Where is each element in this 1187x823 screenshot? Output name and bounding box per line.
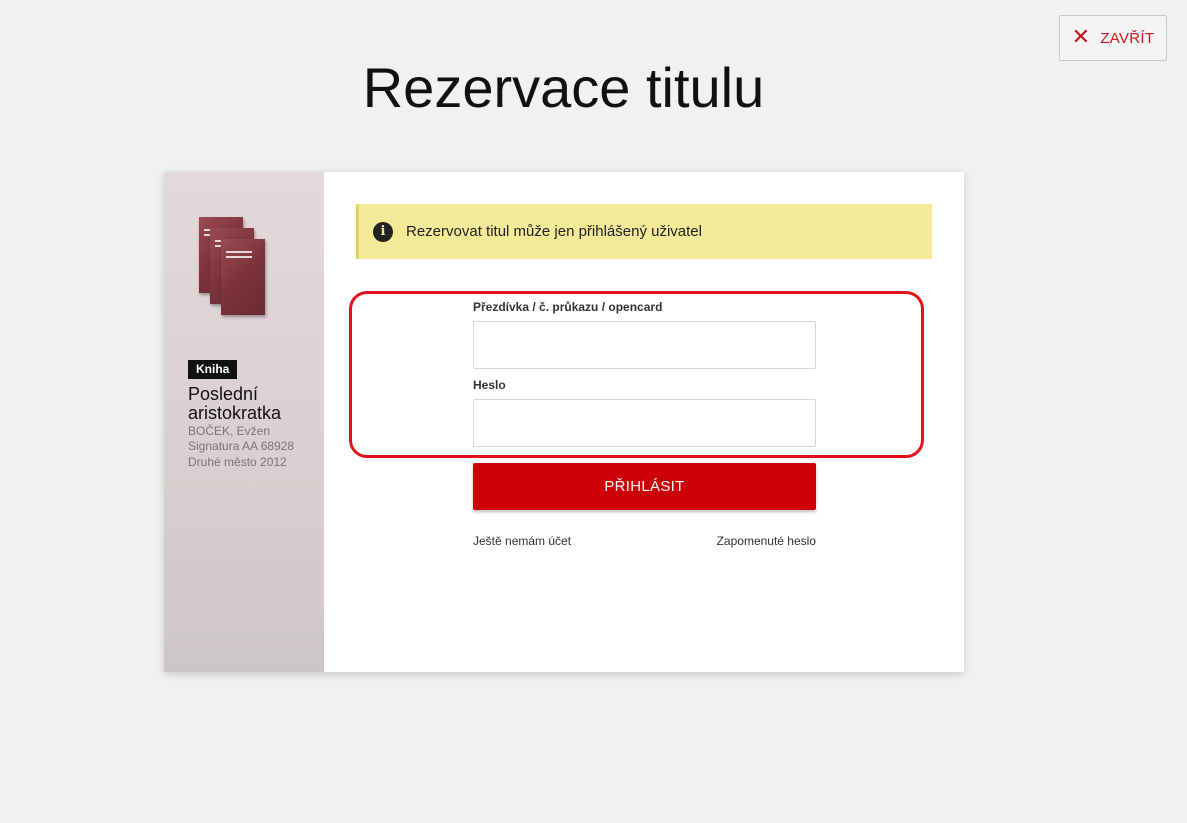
username-input[interactable]	[473, 321, 816, 369]
book-sidebar: Kniha Poslední aristokratka BOČEK, Evžen…	[164, 172, 324, 672]
reservation-card: Kniha Poslední aristokratka BOČEK, Evžen…	[164, 172, 964, 672]
close-icon: ✕	[1071, 24, 1091, 49]
book-title: Poslední aristokratka	[188, 384, 282, 423]
alert-text: Rezervovat titul může jen přihlášený uži…	[406, 223, 702, 240]
password-input[interactable]	[473, 399, 816, 447]
book-publisher: Druhé město 2012	[188, 455, 287, 469]
login-panel: i Rezervovat titul může jen přihlášený u…	[324, 172, 964, 672]
register-link[interactable]: Ještě nemám účet	[473, 534, 571, 548]
close-label: ZAVŘÍT	[1100, 29, 1155, 47]
login-button[interactable]: PŘIHLÁSIT	[473, 463, 816, 510]
forgot-password-link[interactable]: Zapomenuté heslo	[716, 534, 816, 548]
page-title: Rezervace titulu	[362, 56, 765, 119]
type-badge: Kniha	[188, 360, 238, 379]
book-signature: Signatura AA 68928	[188, 439, 295, 453]
username-label: Přezdívka / č. průkazu / opencard	[473, 300, 663, 314]
book-cover-front	[221, 239, 265, 315]
login-required-alert: i Rezervovat titul může jen přihlášený u…	[356, 204, 932, 259]
page: ✕ ZAVŘÍT Rezervace titulu Kniha Poslední…	[0, 0, 1187, 823]
info-icon: i	[373, 221, 393, 242]
book-cover-image	[199, 217, 269, 315]
book-author: BOČEK, Evžen	[188, 424, 271, 438]
password-label: Heslo	[473, 378, 506, 392]
